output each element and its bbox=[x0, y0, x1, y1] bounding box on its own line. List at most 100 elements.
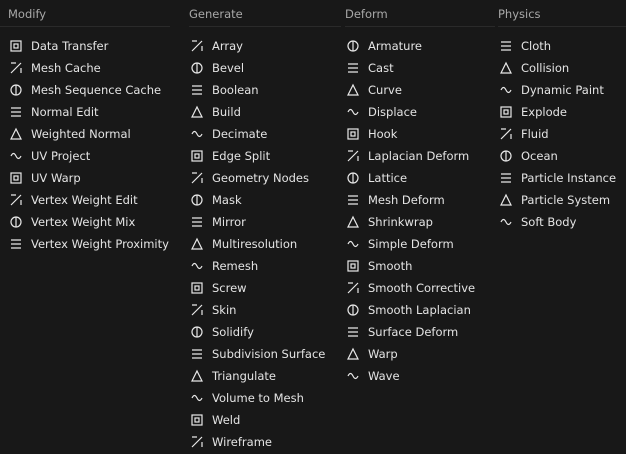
menu-item-label: Warp bbox=[368, 347, 398, 361]
menu-item-smooth[interactable]: Smooth bbox=[345, 255, 475, 277]
item-list: Cloth Collision Dynamic Paint Explode Fluid O… bbox=[498, 35, 616, 233]
menu-item-screw[interactable]: Screw bbox=[189, 277, 325, 299]
menu-item-build[interactable]: Build bbox=[189, 101, 325, 123]
menu-item-label: Dynamic Paint bbox=[521, 83, 604, 97]
menu-item-label: Shrinkwrap bbox=[368, 215, 433, 229]
menu-item-wave[interactable]: Wave bbox=[345, 365, 475, 387]
menu-item-label: Cast bbox=[368, 61, 394, 75]
menu-item-label: Remesh bbox=[212, 259, 259, 273]
menu-item-smooth-laplacian[interactable]: Smooth Laplacian bbox=[345, 299, 475, 321]
menu-item-cloth[interactable]: Cloth bbox=[498, 35, 616, 57]
menu-item-vertex-weight-mix[interactable]: Vertex Weight Mix bbox=[8, 211, 169, 233]
menu-item-mesh-cache[interactable]: Mesh Cache bbox=[8, 57, 169, 79]
menu-item-surface-deform[interactable]: Surface Deform bbox=[345, 321, 475, 343]
mesh-cache-icon bbox=[8, 60, 24, 76]
menu-item-label: Mesh Sequence Cache bbox=[31, 83, 162, 97]
menu-item-label: Weighted Normal bbox=[31, 127, 131, 141]
armature-icon bbox=[345, 38, 361, 54]
menu-item-subdivision-surface[interactable]: Subdivision Surface bbox=[189, 343, 325, 365]
column-header: Physics bbox=[498, 7, 541, 21]
menu-item-normal-edit[interactable]: Normal Edit bbox=[8, 101, 169, 123]
menu-item-particle-system[interactable]: Particle System bbox=[498, 189, 616, 211]
menu-item-data-transfer[interactable]: Data Transfer bbox=[8, 35, 169, 57]
menu-item-weld[interactable]: Weld bbox=[189, 409, 325, 431]
menu-item-label: Wireframe bbox=[212, 435, 272, 449]
menu-item-label: Hook bbox=[368, 127, 398, 141]
menu-item-curve[interactable]: Curve bbox=[345, 79, 475, 101]
menu-item-label: Ocean bbox=[521, 149, 558, 163]
displace-icon bbox=[345, 104, 361, 120]
uv-project-icon bbox=[8, 148, 24, 164]
menu-item-cast[interactable]: Cast bbox=[345, 57, 475, 79]
menu-item-label: UV Warp bbox=[31, 171, 81, 185]
menu-item-label: Skin bbox=[212, 303, 237, 317]
menu-item-fluid[interactable]: Fluid bbox=[498, 123, 616, 145]
menu-item-soft-body[interactable]: Soft Body bbox=[498, 211, 616, 233]
menu-item-lattice[interactable]: Lattice bbox=[345, 167, 475, 189]
menu-item-bevel[interactable]: Bevel bbox=[189, 57, 325, 79]
menu-item-vertex-weight-edit[interactable]: Vertex Weight Edit bbox=[8, 189, 169, 211]
menu-item-label: Displace bbox=[368, 105, 417, 119]
menu-item-displace[interactable]: Displace bbox=[345, 101, 475, 123]
simple-deform-icon bbox=[345, 236, 361, 252]
menu-item-solidify[interactable]: Solidify bbox=[189, 321, 325, 343]
menu-item-label: Particle System bbox=[521, 193, 611, 207]
menu-item-ocean[interactable]: Ocean bbox=[498, 145, 616, 167]
menu-item-uv-warp[interactable]: UV Warp bbox=[8, 167, 169, 189]
menu-item-explode[interactable]: Explode bbox=[498, 101, 616, 123]
menu-item-mirror[interactable]: Mirror bbox=[189, 211, 325, 233]
wave-icon bbox=[345, 368, 361, 384]
menu-item-label: Surface Deform bbox=[368, 325, 459, 339]
menu-item-label: Screw bbox=[212, 281, 247, 295]
menu-item-hook[interactable]: Hook bbox=[345, 123, 475, 145]
menu-item-volume-to-mesh[interactable]: Volume to Mesh bbox=[189, 387, 325, 409]
menu-item-vertex-weight-proximity[interactable]: Vertex Weight Proximity bbox=[8, 233, 169, 255]
particle-system-icon bbox=[498, 192, 514, 208]
menu-item-triangulate[interactable]: Triangulate bbox=[189, 365, 325, 387]
menu-item-label: Collision bbox=[521, 61, 570, 75]
menu-item-array[interactable]: Array bbox=[189, 35, 325, 57]
menu-item-mesh-sequence-cache[interactable]: Mesh Sequence Cache bbox=[8, 79, 169, 101]
menu-item-weighted-normal[interactable]: Weighted Normal bbox=[8, 123, 169, 145]
menu-item-warp[interactable]: Warp bbox=[345, 343, 475, 365]
menu-item-wireframe[interactable]: Wireframe bbox=[189, 431, 325, 453]
menu-item-armature[interactable]: Armature bbox=[345, 35, 475, 57]
menu-item-label: Smooth Laplacian bbox=[368, 303, 471, 317]
menu-item-label: Mask bbox=[212, 193, 242, 207]
menu-item-uv-project[interactable]: UV Project bbox=[8, 145, 169, 167]
menu-item-label: Multiresolution bbox=[212, 237, 298, 251]
ocean-icon bbox=[498, 148, 514, 164]
item-list: Armature Cast Curve Displace Hook Laplacian D… bbox=[345, 35, 475, 387]
menu-item-mesh-deform[interactable]: Mesh Deform bbox=[345, 189, 475, 211]
menu-item-label: Lattice bbox=[368, 171, 408, 185]
menu-item-label: Mesh Cache bbox=[31, 61, 101, 75]
vertex-weight-edit-icon bbox=[8, 192, 24, 208]
menu-item-dynamic-paint[interactable]: Dynamic Paint bbox=[498, 79, 616, 101]
menu-item-label: Particle Instance bbox=[521, 171, 617, 185]
skin-icon bbox=[189, 302, 205, 318]
menu-item-remesh[interactable]: Remesh bbox=[189, 255, 325, 277]
menu-item-edge-split[interactable]: Edge Split bbox=[189, 145, 325, 167]
menu-item-mask[interactable]: Mask bbox=[189, 189, 325, 211]
menu-item-label: Bevel bbox=[212, 61, 245, 75]
menu-item-label: Mirror bbox=[212, 215, 246, 229]
menu-item-skin[interactable]: Skin bbox=[189, 299, 325, 321]
menu-item-smooth-corrective[interactable]: Smooth Corrective bbox=[345, 277, 475, 299]
menu-item-decimate[interactable]: Decimate bbox=[189, 123, 325, 145]
menu-item-geometry-nodes[interactable]: Geometry Nodes bbox=[189, 167, 325, 189]
menu-item-simple-deform[interactable]: Simple Deform bbox=[345, 233, 475, 255]
menu-item-boolean[interactable]: Boolean bbox=[189, 79, 325, 101]
mask-icon bbox=[189, 192, 205, 208]
menu-item-label: Smooth Corrective bbox=[368, 281, 476, 295]
menu-item-shrinkwrap[interactable]: Shrinkwrap bbox=[345, 211, 475, 233]
menu-item-particle-instance[interactable]: Particle Instance bbox=[498, 167, 616, 189]
menu-item-label: Solidify bbox=[212, 325, 254, 339]
triangulate-icon bbox=[189, 368, 205, 384]
menu-item-collision[interactable]: Collision bbox=[498, 57, 616, 79]
shrinkwrap-icon bbox=[345, 214, 361, 230]
menu-item-label: Wave bbox=[368, 369, 400, 383]
menu-item-multiresolution[interactable]: Multiresolution bbox=[189, 233, 325, 255]
menu-item-laplacian-deform[interactable]: Laplacian Deform bbox=[345, 145, 475, 167]
bevel-icon bbox=[189, 60, 205, 76]
menu-item-label: Subdivision Surface bbox=[212, 347, 326, 361]
